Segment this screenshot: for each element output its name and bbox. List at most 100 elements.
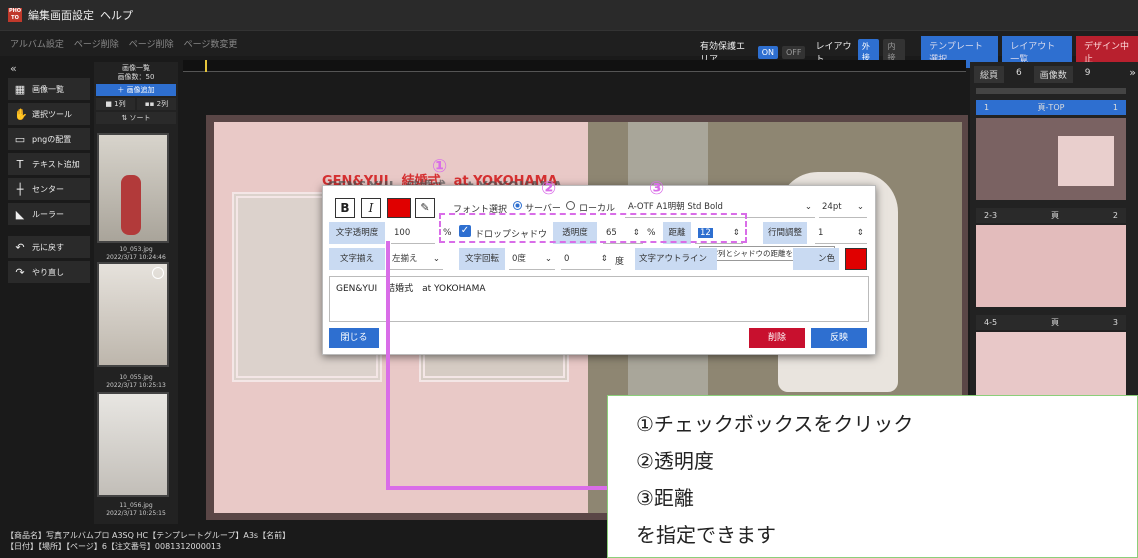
instruction-callout: ①チェックボックスをクリック ②透明度 ③距離 を指定できます — [607, 395, 1138, 558]
page-number: 1 — [1112, 103, 1118, 112]
rotation-dropdown[interactable]: 0度 ⌄ — [509, 248, 555, 270]
two-column-button[interactable]: ▪▪ 2列 — [137, 98, 176, 110]
tool-add-text[interactable]: T テキスト追加 — [8, 153, 90, 175]
text-opacity-label: 文字透明度 — [329, 222, 385, 244]
horizontal-ruler — [183, 60, 966, 72]
close-button[interactable]: 閉じる — [329, 328, 379, 348]
stepper-icon[interactable]: ⇕ — [857, 222, 864, 244]
delete-button[interactable]: 削除 — [749, 328, 805, 348]
align-dropdown[interactable]: 左揃え ⌄ — [389, 248, 443, 270]
page-count-change-button[interactable]: ページ数変更 — [184, 37, 238, 50]
text-opacity-input[interactable]: 100 — [391, 222, 435, 244]
image-panel-title: 画像一覧 — [122, 64, 150, 72]
collapse-left-button[interactable]: « — [10, 62, 17, 75]
tool-label: 選択ツール — [32, 109, 72, 119]
text-color-picker[interactable] — [387, 198, 411, 218]
italic-button[interactable]: I — [361, 198, 381, 218]
menu-help[interactable]: ヘルプ — [100, 7, 133, 23]
rotation-number-input[interactable]: 0 ⇕ — [561, 248, 611, 270]
thumb-date: 2022/3/17 10:25:15 — [106, 510, 166, 517]
tool-label: pngの配置 — [32, 134, 72, 144]
server-radio[interactable] — [513, 201, 522, 210]
thumb-caption: 10_053.jpg 2022/3/17 10:24:46 — [94, 246, 178, 262]
image-thumbnail[interactable] — [97, 133, 169, 243]
annotation-number-2: ② — [541, 178, 557, 199]
sort-button[interactable]: ⇅ ソート — [96, 112, 176, 124]
rotation-number: 0 — [564, 254, 570, 264]
image-thumbnail[interactable] — [97, 392, 169, 497]
image-thumbnail[interactable] — [97, 262, 169, 367]
thumb-filename: 11_056.jpg — [119, 502, 153, 509]
outline-color-label: ン色 — [793, 248, 839, 270]
hand-icon: ✋ — [14, 107, 28, 121]
page-row-1[interactable]: 1 頁-TOP 1 — [976, 100, 1126, 115]
album-settings-button[interactable]: アルバム設定 — [10, 37, 64, 50]
callout-line-1: ①チェックボックスをクリック — [636, 412, 914, 436]
thumb-date: 2022/3/17 10:24:46 — [106, 254, 166, 261]
undo-icon: ↶ — [15, 240, 25, 254]
bold-button[interactable]: B — [335, 198, 355, 218]
page-range: 4-5 — [984, 318, 998, 327]
text-edit-dialog: B I ✎ フォント選択 サーバー ローカル A-OTF A1明朝 Std Bo… — [322, 185, 876, 355]
tool-label: センター — [32, 184, 64, 194]
tool-select[interactable]: ✋ 選択ツール — [8, 103, 90, 125]
app-logo: PHO TO — [8, 8, 22, 22]
text-icon: T — [16, 157, 24, 171]
tool-redo[interactable]: ↷ やり直し — [8, 261, 90, 283]
tool-png-place[interactable]: ▭ pngの配置 — [8, 128, 90, 150]
line-spacing-label: 行間調整 — [763, 222, 807, 244]
page-row-2[interactable]: 2-3 頁 2 — [976, 208, 1126, 223]
font-size-value: 24pt — [822, 202, 842, 212]
page-delete-button[interactable]: ページ削除 — [74, 37, 119, 50]
thumb-date: 2022/3/17 10:25:13 — [106, 382, 166, 389]
chevron-down-icon: ⌄ — [804, 202, 812, 212]
image-count: 画像数：50 — [117, 73, 155, 81]
page-thumb-2[interactable] — [976, 225, 1126, 307]
ruler-icon: ◣ — [15, 207, 25, 221]
menu-editor-settings[interactable]: 編集画面設定 — [28, 7, 94, 23]
redo-icon: ↷ — [15, 265, 25, 279]
chevron-down-icon: ⌄ — [856, 202, 864, 212]
tool-label: 画像一覧 — [32, 84, 64, 94]
text-content-area[interactable]: GEN&YUI 結婚式 at YOKOHAMA — [329, 276, 869, 322]
ruler-marker[interactable] — [205, 60, 207, 72]
annotation-number-3: ③ — [649, 178, 665, 199]
font-size-dropdown[interactable]: 24pt ⌄ — [819, 196, 867, 218]
align-label: 文字揃え — [329, 248, 385, 270]
page-thumb-inner — [1058, 136, 1114, 186]
connector-line-horizontal — [386, 486, 608, 490]
line-spacing-input[interactable]: 1 ⇕ — [815, 222, 867, 244]
page-name: 頁-TOP — [1037, 103, 1065, 112]
add-image-button[interactable]: ＋ 画像追加 — [96, 84, 176, 96]
tool-image-list[interactable]: ▦ 画像一覧 — [8, 78, 90, 100]
select-circle-icon[interactable] — [152, 267, 164, 279]
thumb-figure — [121, 175, 141, 235]
image-icon: ▭ — [14, 132, 26, 146]
one-column-button[interactable]: ■ 1列 — [96, 98, 135, 110]
outline-color-picker[interactable] — [845, 248, 867, 270]
rotation-label: 文字回転 — [459, 248, 505, 270]
callout-line-3: ③距離 — [636, 486, 694, 510]
page-thumb-1[interactable] — [976, 118, 1126, 200]
toolbar-left-group: アルバム設定 ページ削除 ページ削除 ページ数変更 — [10, 37, 237, 50]
protected-on-toggle[interactable]: ON — [757, 45, 778, 59]
left-tool-list: ▦ 画像一覧 ✋ 選択ツール ▭ pngの配置 T テキスト追加 ┼ センター ◣ ルーラー… — [8, 78, 90, 286]
eyedropper-icon[interactable]: ✎ — [415, 198, 435, 218]
tool-label: やり直し — [32, 267, 64, 277]
status-bar: 【商品名】写真アルバムプロ A3SQ HC【テンプレートグループ】A3s【名前】… — [6, 530, 290, 552]
degree-unit: 度 — [615, 257, 625, 267]
protected-off-toggle[interactable]: OFF — [781, 45, 806, 59]
chevron-down-icon: ⌄ — [544, 254, 552, 264]
scroll-strip[interactable] — [976, 88, 1126, 94]
line-spacing-value: 1 — [818, 228, 824, 238]
tool-undo[interactable]: ↶ 元に戻す — [8, 236, 90, 258]
local-radio[interactable] — [566, 201, 575, 210]
collapse-right-button[interactable]: » — [970, 66, 1138, 79]
tool-center[interactable]: ┼ センター — [8, 178, 90, 200]
apply-button[interactable]: 反映 — [811, 328, 867, 348]
page-delete-button-2[interactable]: ページ削除 — [129, 37, 174, 50]
status-order-line: 【日付】【場所】【ページ】6【注文番号】0081312000013 — [6, 542, 222, 551]
stepper-icon[interactable]: ⇕ — [601, 248, 608, 270]
page-row-3[interactable]: 4-5 頁 3 — [976, 315, 1126, 330]
tool-ruler[interactable]: ◣ ルーラー — [8, 203, 90, 225]
